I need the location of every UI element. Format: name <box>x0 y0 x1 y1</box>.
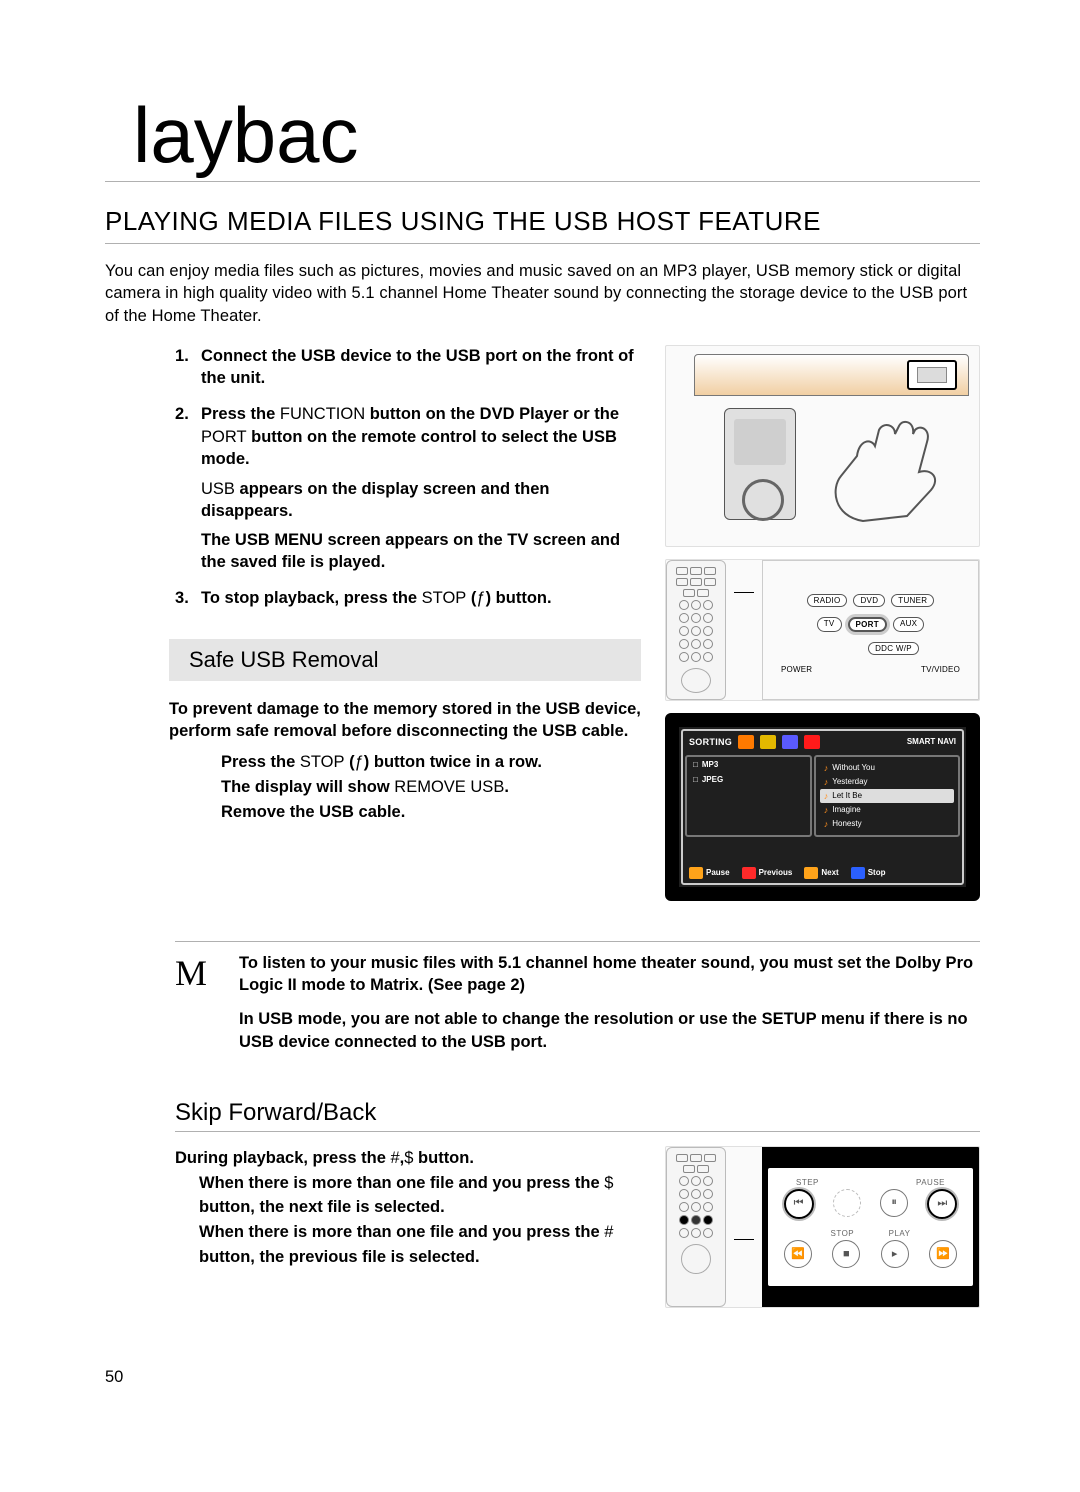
skip-heading: Skip Forward/Back <box>105 1099 980 1127</box>
panel-btn-ddcwp: DDC W/P <box>868 642 919 655</box>
osd-chip-photo-icon <box>760 735 776 749</box>
section-intro: You can enjoy media files such as pictur… <box>105 260 980 327</box>
usb-port-icon <box>907 360 957 390</box>
step-1: Connect the USB device to the USB port o… <box>175 345 641 390</box>
osd-file-item: ♪Imagine <box>820 803 954 817</box>
panel-label-power: POWER <box>781 665 812 674</box>
figure-remote-transport: STEPPAUSE ⏮ ⏸ ⏭ STOPPLAY ⏪ ■ ▸ ⏩ <box>665 1146 980 1308</box>
step-icon <box>833 1189 861 1217</box>
notes-rule <box>175 941 980 942</box>
osd-key-previous: Previous <box>742 867 793 879</box>
figure-osd-usb-menu: SORTING SMART NAVI MP3 JPEG ♪Without You… <box>665 713 980 901</box>
pause-icon: ⏸ <box>880 1189 908 1217</box>
step-2: Press the FUNCTION button on the DVD Pla… <box>175 403 641 573</box>
step-2-sub: USB appears on the display screen and th… <box>201 478 641 573</box>
skip-fwd-icon: ⏭ <box>927 1189 957 1219</box>
osd-key-next: Next <box>804 867 838 879</box>
chapter-rule <box>105 181 980 182</box>
osd-sorting-label: SORTING <box>689 737 732 747</box>
safe-usb-line2: The display will show REMOVE USB. <box>221 775 641 800</box>
osd-key-pause: Pause <box>689 867 730 879</box>
skip-back-icon: ⏮ <box>784 1189 814 1219</box>
osd-file-item: ♪Yesterday <box>820 775 954 789</box>
chapter-title: laybac <box>133 90 980 181</box>
panel-btn-tuner: TUNER <box>891 594 934 607</box>
section-heading: PLAYING MEDIA FILES USING THE USB HOST F… <box>105 206 980 237</box>
osd-chip-movie-icon <box>782 735 798 749</box>
remote-illustration-2 <box>666 1147 726 1307</box>
hand-icon <box>823 416 943 526</box>
osd-folder-jpeg: JPEG <box>687 772 810 787</box>
remote-illustration <box>666 560 726 700</box>
panel-btn-port: PORT <box>848 617 887 632</box>
osd-file-item: ♪Honesty <box>820 817 954 831</box>
osd-file-item: ♪Let It Be <box>820 789 954 803</box>
panel-btn-dvd: DVD <box>853 594 885 607</box>
function-panel-illustration: RADIO DVD TUNER TV PORT AUX DDC W/P P <box>762 560 979 700</box>
notes-body: To listen to your music files with 5.1 c… <box>239 952 980 1065</box>
figure-usb-connection <box>665 345 980 547</box>
osd-folder-mp3: MP3 <box>687 757 810 772</box>
skip-line1: During playback, press the #,$ button. <box>175 1146 641 1171</box>
panel-btn-aux: AUX <box>893 617 924 632</box>
skip-rule <box>175 1131 980 1132</box>
note-1: To listen to your music files with 5.1 c… <box>239 952 980 997</box>
osd-key-stop: Stop <box>851 867 886 879</box>
step-1-text: Connect the USB device to the USB port o… <box>201 347 634 387</box>
mp3-player-icon <box>724 408 796 520</box>
skip-bullet-1: When there is more than one file and you… <box>175 1171 641 1221</box>
panel-btn-radio: RADIO <box>807 594 848 607</box>
osd-chip-all-icon <box>804 735 820 749</box>
page-number: 50 <box>105 1368 980 1387</box>
panel-label-tvvideo: TV/VIDEO <box>921 665 960 674</box>
ffwd-icon: ⏩ <box>929 1240 957 1268</box>
step-3: To stop playback, press the STOP (ƒ) but… <box>175 587 641 609</box>
note-2: In USB mode, you are not able to change … <box>239 1008 980 1053</box>
rewind-icon: ⏪ <box>784 1240 812 1268</box>
play-icon: ▸ <box>881 1240 909 1268</box>
stop-icon: ■ <box>832 1240 860 1268</box>
osd-file-list: ♪Without You♪Yesterday♪Let It Be♪Imagine… <box>814 755 960 837</box>
safe-usb-line3: Remove the USB cable. <box>221 800 641 825</box>
safe-usb-heading: Safe USB Removal <box>169 639 641 681</box>
osd-file-item: ♪Without You <box>820 761 954 775</box>
section-rule <box>105 243 980 244</box>
safe-usb-lead: To prevent damage to the memory stored i… <box>169 698 641 743</box>
step-list: Connect the USB device to the USB port o… <box>175 345 641 610</box>
skip-bullet-2: When there is more than one file and you… <box>175 1220 641 1270</box>
osd-smart-navi: SMART NAVI <box>907 737 956 746</box>
osd-chip-music-icon <box>738 735 754 749</box>
figure-remote-function: RADIO DVD TUNER TV PORT AUX DDC W/P P <box>665 559 980 701</box>
note-icon: M <box>175 952 215 1065</box>
panel-btn-tv: TV <box>817 617 842 632</box>
transport-panel-illustration: STEPPAUSE ⏮ ⏸ ⏭ STOPPLAY ⏪ ■ ▸ ⏩ <box>762 1147 979 1307</box>
safe-usb-line1: Press the STOP (ƒ) button twice in a row… <box>221 750 641 775</box>
